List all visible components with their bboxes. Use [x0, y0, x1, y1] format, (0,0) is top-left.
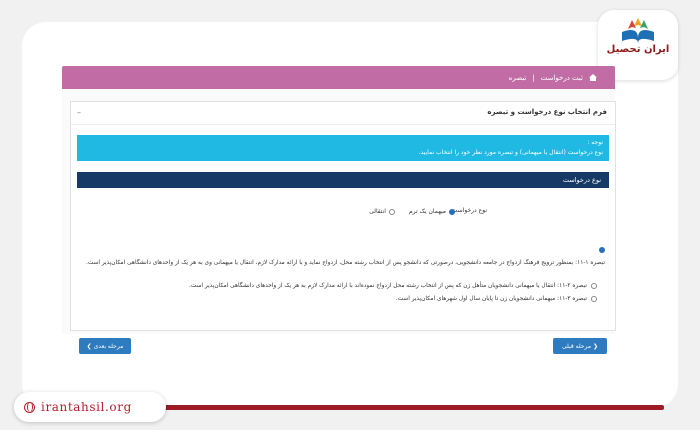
- breadcrumb-home[interactable]: ثبت درخواست: [541, 74, 583, 82]
- next-step-label: مرحله بعدی: [93, 342, 124, 350]
- sub-rule-2[interactable]: تبصره ۳-۱۱: میهمانی دانشجویان زن تا پایا…: [85, 295, 597, 304]
- sub-rule-1-radio[interactable]: [591, 282, 597, 289]
- logo-text: ایران تحصیل: [606, 44, 670, 55]
- website-badge[interactable]: irantahsil.org: [14, 392, 166, 422]
- website-url: irantahsil.org: [41, 400, 132, 414]
- breadcrumb-current: تبصره: [508, 73, 527, 82]
- next-step-button[interactable]: مرحله بعدی ❯: [79, 338, 131, 354]
- globe-icon: [24, 401, 35, 413]
- option-transfer-label: انتقالی: [369, 208, 386, 215]
- info-alert: توجه : نوع درخواست (انتقال یا میهمانی) و…: [77, 135, 609, 161]
- panel-title: فرم انتخاب نوع درخواست و تبصره: [71, 102, 615, 125]
- prev-step-button[interactable]: ❮ مرحله قبلی: [553, 338, 607, 354]
- sub-rule-2-radio[interactable]: [591, 295, 597, 302]
- breadcrumb-separator: |: [532, 73, 535, 82]
- sub-rule-1[interactable]: تبصره ۲-۱۱: انتقال یا میهمانی دانشجویان …: [85, 282, 597, 291]
- form-panel: فرم انتخاب نوع درخواست و تبصره – توجه : …: [70, 101, 616, 354]
- sub-rule-2-text: تبصره ۳-۱۱: میهمانی دانشجویان زن تا پایا…: [395, 296, 587, 302]
- section-header: نوع درخواست: [77, 172, 609, 188]
- prev-arrow-icon: ❮: [591, 342, 598, 350]
- next-arrow-icon: ❯: [86, 342, 94, 350]
- request-type-options: میهمان یک ترم انتقالی: [369, 208, 455, 215]
- app-screenshot: ثبت درخواست | تبصره فرم انتخاب نوع درخوا…: [62, 66, 616, 354]
- option-guest[interactable]: میهمان یک ترم: [409, 208, 455, 215]
- minimize-icon[interactable]: –: [77, 108, 81, 117]
- option-transfer[interactable]: انتقالی: [369, 208, 395, 215]
- breadcrumb-bar: ثبت درخواست | تبصره: [62, 66, 615, 89]
- sub-rule-1-text: تبصره ۲-۱۱: انتقال یا میهمانی دانشجویان …: [189, 283, 587, 289]
- request-type-label: نوع درخواست: [451, 207, 487, 214]
- info-title: توجه :: [587, 139, 603, 146]
- decorative-line: [164, 405, 664, 410]
- info-text: نوع درخواست (انتقال یا میهمانی) و تبصره …: [418, 149, 603, 156]
- home-icon[interactable]: [589, 74, 597, 81]
- prev-step-label: مرحله قبلی: [562, 342, 592, 350]
- radio-transfer[interactable]: [388, 208, 395, 215]
- rule-selected-radio[interactable]: [599, 247, 605, 253]
- rule-text: تبصره ۱-۱۱: بمنظور ترویج فرهنگ ازدواج در…: [85, 260, 605, 266]
- radio-guest[interactable]: [449, 208, 455, 215]
- option-guest-label: میهمان یک ترم: [408, 208, 446, 215]
- book-icon: [622, 18, 654, 43]
